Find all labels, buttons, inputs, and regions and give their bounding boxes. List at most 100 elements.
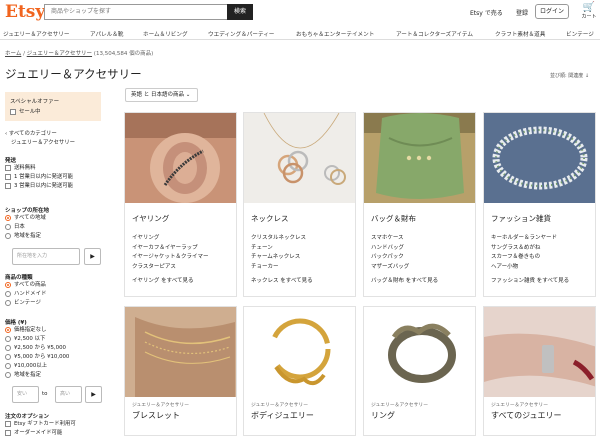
order-title: 注文のオプション — [5, 414, 50, 420]
nav-item-craft[interactable]: クラフト素材＆道具 — [495, 30, 545, 38]
nav-item-toys[interactable]: おもちゃ＆エンターテイメント — [296, 30, 374, 38]
login-button[interactable]: ログイン — [535, 4, 569, 19]
min-price-input[interactable]: 安い — [12, 386, 39, 403]
order-option[interactable]: Etsy ギフトカード利用可 — [5, 420, 76, 429]
location-option[interactable]: 地域を指定 — [5, 232, 49, 241]
order-option[interactable]: オーダーメイド可能 — [5, 429, 76, 438]
category-card-bracelets[interactable]: ジュエリー＆アクセサリー ブレスレット — [124, 306, 237, 436]
nav-item-vintage[interactable]: ビンテージ — [566, 30, 594, 38]
location-submit-button[interactable]: ▶ — [84, 248, 101, 265]
subcategory-link[interactable]: クラスターピアス — [132, 263, 236, 273]
subcategory-link[interactable]: ハンドバッグ — [371, 244, 475, 254]
shipping-option[interactable]: 3 営業日以内に発送可能 — [5, 182, 73, 191]
search-button[interactable]: 検索 — [227, 4, 253, 20]
card-title: ネックレス — [251, 214, 289, 223]
option-label: すべての地域 — [14, 215, 46, 221]
register-link[interactable]: 登録 — [516, 8, 528, 17]
subcategory-link[interactable]: チェーン — [251, 244, 355, 254]
nav-item-jewelry[interactable]: ジュエリー＆アクセサリー — [3, 30, 69, 38]
category-card-necklaces[interactable]: ネックレス クリスタルネックレス チェーン チャームネックレス チョーカー ネッ… — [243, 112, 356, 297]
subcategory-link[interactable]: サングラス＆めがね — [491, 244, 595, 254]
category-card-body-jewelry[interactable]: ジュエリー＆アクセサリー ボディジュエリー — [243, 306, 356, 436]
location-option[interactable]: すべての地域 — [5, 214, 49, 223]
shipping-option[interactable]: 送料無料 — [5, 164, 73, 173]
subcategory-link[interactable]: クリスタルネックレス — [251, 234, 355, 244]
category-card-bags[interactable]: バッグ＆財布 スマホケース ハンドバッグ バックパック マザーズバッグ バッグ＆… — [363, 112, 476, 297]
price-option[interactable]: 価格指定なし — [5, 326, 69, 335]
option-label: ハンドメイド — [14, 291, 47, 297]
radio-icon — [5, 344, 11, 351]
category-card-all-jewelry[interactable]: ジュエリー＆アクセサリー すべてのジュエリー — [483, 306, 596, 436]
price-submit-button[interactable]: ▶ — [85, 386, 102, 403]
checkbox-icon — [5, 173, 11, 180]
card-category: ジュエリー＆アクセサリー — [251, 403, 308, 408]
subcategory-link[interactable]: イヤーカフ＆イヤーラップ — [132, 244, 236, 254]
sale-checkbox[interactable]: セール中 — [10, 108, 96, 117]
language-filter-chip[interactable]: 英語 と 日本語の商品 ⌄ — [125, 88, 198, 102]
nav-item-home[interactable]: ホーム＆リビング — [143, 30, 188, 38]
card-title: ファッション雑貨 — [491, 214, 551, 223]
nav-item-art[interactable]: アート＆コレクターズアイテム — [396, 30, 473, 38]
category-card-fashion[interactable]: ファッション雑貨 キーホルダー＆ランヤード サングラス＆めがね スカーフ＆巻きも… — [483, 112, 596, 297]
subcategory-link[interactable]: スカーフ＆巻きもの — [491, 253, 595, 263]
current-category: ジュエリー＆アクセサリー — [11, 140, 76, 146]
subcategory-link[interactable]: バックパック — [371, 253, 475, 263]
card-title: すべてのジュエリー — [491, 411, 562, 420]
nav-item-wedding[interactable]: ウエディング＆パーティー — [208, 30, 274, 38]
location-option[interactable]: 日本 — [5, 223, 49, 232]
special-offer-box: スペシャルオファー セール中 — [5, 92, 101, 121]
price-option[interactable]: 地域を指定 — [5, 371, 69, 380]
location-title: ショップの所在地 — [5, 208, 50, 214]
etsy-logo[interactable]: Etsy — [5, 2, 45, 22]
max-price-input[interactable]: 高い — [55, 386, 82, 403]
bags-photo — [364, 113, 475, 203]
card-title: ブレスレット — [132, 411, 180, 420]
search-input[interactable]: 商品やショップを探す — [44, 4, 227, 20]
see-all-link[interactable]: イヤリング をすべて見る — [132, 276, 236, 284]
subcategory-link[interactable]: マザーズバッグ — [371, 263, 475, 273]
subcategory-link[interactable]: スマホケース — [371, 234, 475, 244]
radio-icon — [5, 353, 11, 360]
see-all-link[interactable]: ネックレス をすべて見る — [251, 276, 355, 284]
subcategory-link[interactable]: チョーカー — [251, 263, 355, 273]
nav-item-apparel[interactable]: アパレル＆靴 — [90, 30, 123, 38]
cart-icon: 🛒 — [582, 2, 596, 13]
card-title: リング — [371, 411, 395, 420]
breadcrumb-home[interactable]: ホーム — [5, 51, 21, 57]
back-all-categories[interactable]: ‹ すべてのカテゴリー — [5, 130, 75, 139]
price-option[interactable]: ¥10,000以上 — [5, 362, 69, 371]
cart-button[interactable]: 🛒 カート — [580, 2, 598, 20]
checkbox-icon — [5, 182, 11, 189]
option-label: Etsy ギフトカード利用可 — [14, 421, 76, 427]
category-card-earrings[interactable]: イヤリング イヤリング イヤーカフ＆イヤーラップ イヤージャケット＆クライマー … — [124, 112, 237, 297]
type-option[interactable]: すべての商品 — [5, 281, 46, 290]
subcategory-link[interactable]: チャームネックレス — [251, 253, 355, 263]
radio-icon — [5, 214, 11, 221]
sort-dropdown[interactable]: 並び順: 関連度 ↓ — [550, 72, 589, 79]
type-option[interactable]: ビンテージ — [5, 299, 46, 308]
subcategory-link[interactable]: イヤリング — [132, 234, 236, 244]
option-label: 送料無料 — [14, 165, 36, 171]
category-card-rings[interactable]: ジュエリー＆アクセサリー リング — [363, 306, 476, 436]
price-title: 価格 (¥) — [5, 320, 27, 326]
price-option[interactable]: ¥2,500 以下 — [5, 335, 69, 344]
type-option[interactable]: ハンドメイド — [5, 290, 46, 299]
see-all-link[interactable]: ファッション雑貨 をすべて見る — [491, 276, 595, 284]
body-jewelry-photo — [244, 307, 355, 397]
price-option[interactable]: ¥5,000 から ¥10,000 — [5, 353, 69, 362]
card-category: ジュエリー＆アクセサリー — [132, 403, 189, 408]
location-input[interactable]: 所在地を入力 — [12, 248, 80, 265]
radio-icon — [5, 362, 11, 369]
subcategory-link[interactable]: キーホルダー＆ランヤード — [491, 234, 595, 244]
subcategory-link[interactable]: ヘアー小物 — [491, 263, 595, 273]
subcategory-link[interactable]: イヤージャケット＆クライマー — [132, 253, 236, 263]
price-option[interactable]: ¥2,500 から ¥5,000 — [5, 344, 69, 353]
radio-icon — [5, 223, 11, 230]
breadcrumb-category[interactable]: ジュエリー＆アクセサリー — [27, 51, 92, 57]
option-label: ビンテージ — [14, 300, 41, 306]
shipping-option[interactable]: 1 営業日以内に発送可能 — [5, 173, 73, 182]
see-all-link[interactable]: バッグ＆財布 をすべて見る — [371, 276, 475, 284]
option-label: ¥10,000以上 — [14, 363, 48, 369]
sell-link[interactable]: Etsy で売る — [470, 8, 503, 17]
option-label: 日本 — [14, 224, 25, 230]
